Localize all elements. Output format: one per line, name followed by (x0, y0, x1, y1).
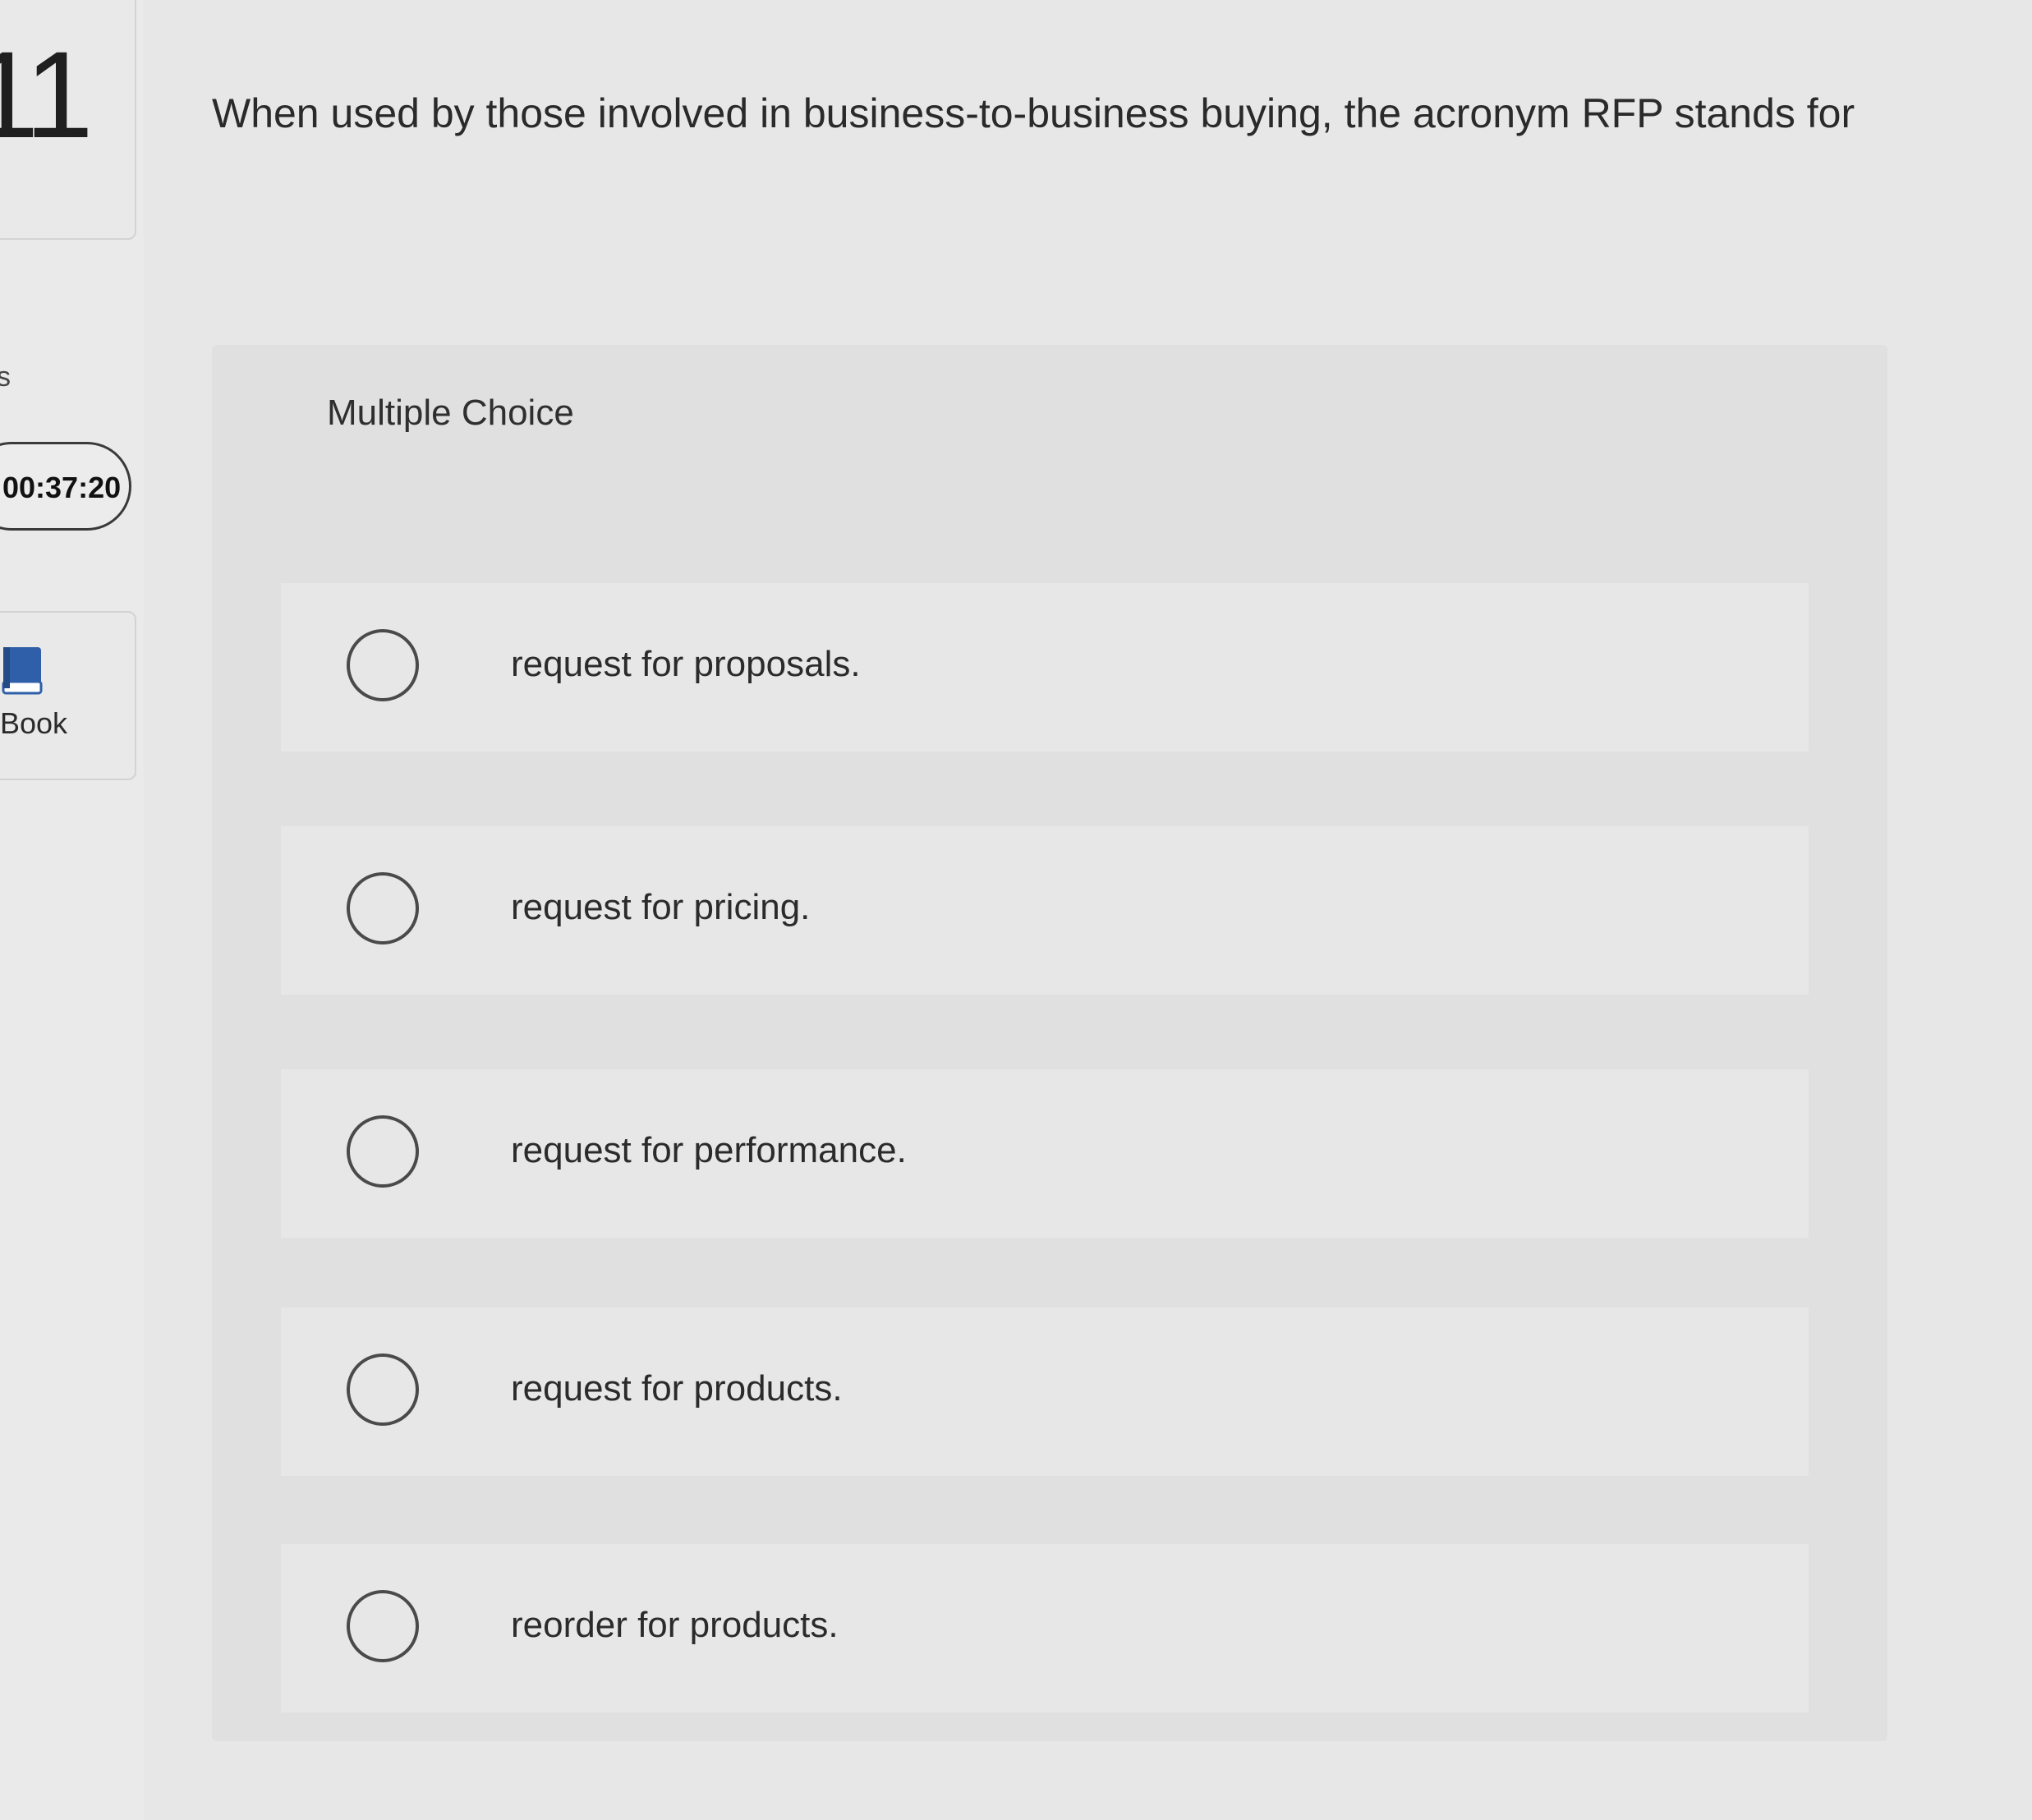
radio-button[interactable] (347, 1590, 419, 1662)
choice-option-2[interactable]: request for pricing. (281, 826, 1809, 995)
answer-type-label: Multiple Choice (327, 393, 574, 433)
timer-badge: 00:37:20 (0, 442, 131, 531)
timer-text: 00:37:20 (2, 471, 122, 504)
choice-label: request for proposals. (511, 644, 861, 684)
question-number: 11 (0, 25, 94, 163)
choice-label: request for performance. (511, 1130, 907, 1170)
answer-panel: Multiple Choice request for proposals. r… (212, 345, 1887, 1741)
choice-label: reorder for products. (511, 1605, 839, 1645)
choice-option-4[interactable]: request for products. (281, 1308, 1809, 1476)
radio-button[interactable] (347, 629, 419, 701)
book-icon (2, 647, 43, 695)
radio-button[interactable] (347, 1354, 419, 1426)
book-button[interactable]: Book (0, 611, 136, 780)
left-rail: 11 s 00:37:20 Book (0, 0, 144, 1820)
radio-button[interactable] (347, 1115, 419, 1188)
choice-option-1[interactable]: request for proposals. (281, 583, 1809, 751)
choice-option-3[interactable]: request for performance. (281, 1069, 1809, 1238)
choice-label: request for products. (511, 1368, 843, 1409)
question-number-card: 11 (0, 0, 136, 240)
choice-option-5[interactable]: reorder for products. (281, 1544, 1809, 1712)
question-text: When used by those involved in business-… (212, 90, 1855, 136)
radio-button[interactable] (347, 872, 419, 944)
book-label: Book (0, 706, 68, 740)
rail-text-fragment: s (0, 361, 11, 393)
choice-label: request for pricing. (511, 887, 811, 927)
